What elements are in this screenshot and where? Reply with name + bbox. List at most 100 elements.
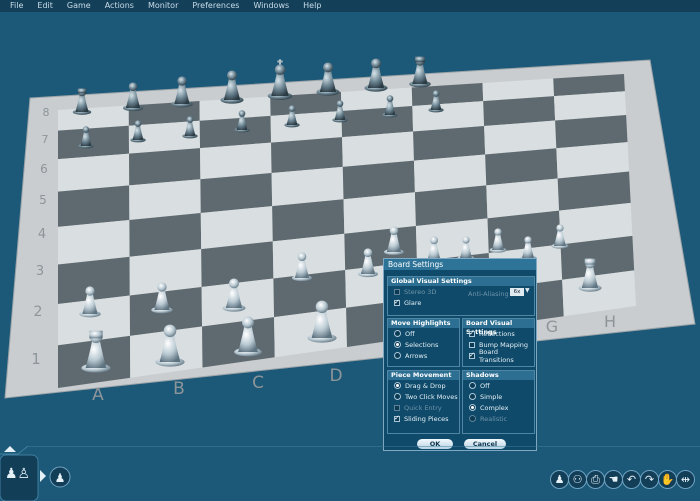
hand-icon[interactable]: ☚ — [604, 470, 623, 489]
board-square-b4[interactable] — [129, 213, 202, 257]
highlight-arrows-radio[interactable] — [394, 352, 401, 359]
menu-help[interactable]: Help — [303, 0, 321, 12]
board-square-a7[interactable] — [58, 125, 130, 160]
global-visual-settings-header: Global Visual Settings — [388, 277, 534, 286]
quick-entry-label: Quick Entry — [404, 403, 442, 412]
highlight-off-option[interactable]: Off — [388, 328, 459, 339]
board-square-a5[interactable] — [58, 185, 130, 227]
board-square-b5[interactable] — [129, 179, 201, 220]
rank-label-3: 3 — [36, 264, 44, 279]
global-visual-settings-section: Global Visual Settings Stereo 3D Glare A… — [387, 276, 535, 316]
stereo-3d-label: Stereo 3D — [404, 287, 437, 296]
stop-hand-icon[interactable]: ✋ — [658, 470, 677, 489]
anti-aliasing-label: Anti-Aliasing — [468, 290, 509, 298]
file-label-b: B — [173, 379, 185, 399]
players-icon[interactable]: ⚇ — [568, 470, 587, 489]
rank-label-1: 1 — [31, 350, 41, 368]
board-square-c7[interactable] — [199, 115, 272, 149]
two-click-moves-radio[interactable] — [394, 393, 401, 400]
menu-actions[interactable]: Actions — [105, 0, 134, 12]
pawn-icon[interactable]: ♟ — [550, 470, 569, 489]
shadows-complex-radio[interactable] — [469, 404, 476, 411]
anti-aliasing-select[interactable]: 6x — [510, 288, 524, 296]
board-transitions-option[interactable]: Board Transitions — [463, 348, 534, 364]
file-label-h: H — [604, 312, 616, 331]
menu-windows[interactable]: Windows — [253, 0, 289, 12]
sliding-pieces-option[interactable]: Sliding Pieces — [388, 413, 459, 424]
board-square-a6[interactable] — [58, 153, 130, 192]
board-square-e6[interactable] — [342, 131, 414, 167]
board-square-c6[interactable] — [200, 142, 272, 180]
highlight-selections-radio[interactable] — [394, 341, 401, 348]
shadows-off-label: Off — [480, 381, 490, 390]
board-square-d7[interactable] — [270, 110, 343, 143]
quick-entry-checkbox[interactable] — [394, 404, 400, 411]
rank-label-2: 2 — [34, 304, 43, 320]
menu-bar: File Edit Game Actions Monitor Preferenc… — [0, 0, 700, 12]
chess-scene[interactable]: 8 7 6 5 4 3 2 1 A B C D E F G H — [0, 12, 700, 446]
redo-icon[interactable]: ↷ — [640, 470, 659, 489]
board-transitions-checkbox[interactable] — [469, 351, 475, 359]
move-highlights-header: Move Highlights — [388, 319, 459, 328]
triangle-up-icon[interactable] — [4, 446, 16, 452]
piece-movement-header: Piece Movement — [388, 371, 459, 380]
rank-label-6: 6 — [40, 162, 48, 176]
chevron-down-icon[interactable]: ▼ — [525, 287, 530, 294]
menu-monitor[interactable]: Monitor — [148, 0, 178, 12]
two-click-moves-option[interactable]: Two Click Moves — [388, 391, 459, 402]
stereo-3d-checkbox[interactable] — [394, 288, 400, 295]
highlight-arrows-label: Arrows — [405, 351, 428, 360]
menu-edit[interactable]: Edit — [37, 0, 53, 12]
file-label-a: A — [92, 385, 104, 405]
shadows-off-radio[interactable] — [469, 382, 476, 389]
chess-piece-king-4[interactable] — [267, 59, 293, 100]
highlight-selections-option[interactable]: Selections — [388, 339, 459, 350]
menu-preferences[interactable]: Preferences — [192, 0, 239, 12]
shadows-simple-radio[interactable] — [469, 393, 476, 400]
pawn-icon: ♟ — [55, 471, 66, 485]
board-square-b6[interactable] — [129, 148, 201, 186]
board-square-a4[interactable] — [58, 219, 130, 265]
highlight-arrows-option[interactable]: Arrows — [388, 350, 459, 361]
move-highlights-section: Move Highlights Off Selections Arrows — [387, 318, 460, 367]
shadows-complex-option[interactable]: Complex — [463, 402, 534, 413]
chess-piece-knight-6[interactable] — [364, 58, 388, 92]
board-square-c5[interactable] — [200, 173, 273, 214]
split-icon[interactable]: ⇹ — [676, 470, 695, 489]
shadows-realistic-label: Realistic — [480, 414, 508, 423]
rank-label-8: 8 — [43, 106, 50, 119]
menu-game[interactable]: Game — [67, 0, 91, 12]
shadows-realistic-option[interactable]: Realistic — [463, 413, 534, 424]
bump-mapping-checkbox[interactable] — [469, 341, 475, 348]
highlight-off-label: Off — [405, 329, 415, 338]
quick-entry-option[interactable]: Quick Entry — [388, 402, 459, 413]
board-settings-dialog: Board Settings Global Visual Settings St… — [383, 258, 537, 451]
board-squares[interactable] — [58, 74, 636, 388]
play-arrow-icon[interactable] — [40, 470, 46, 482]
drag-drop-radio[interactable] — [394, 382, 401, 389]
dialog-title[interactable]: Board Settings — [384, 259, 536, 270]
printer-icon[interactable]: ⎙ — [586, 470, 605, 489]
menu-file[interactable]: File — [10, 0, 23, 12]
glare-option[interactable]: Glare — [388, 297, 534, 308]
board-square-d5[interactable] — [271, 166, 344, 207]
chess-piece-rook-7[interactable] — [409, 56, 431, 88]
sliding-pieces-checkbox[interactable] — [394, 414, 400, 422]
board-square-d6[interactable] — [271, 137, 343, 174]
undo-icon[interactable]: ↶ — [622, 470, 641, 489]
shadows-complex-label: Complex — [480, 403, 509, 412]
drag-drop-option[interactable]: Drag & Drop — [388, 380, 459, 391]
glare-checkbox[interactable] — [394, 298, 400, 306]
rank-label-7: 7 — [42, 133, 49, 146]
highlight-off-radio[interactable] — [394, 330, 401, 337]
shadows-realistic-radio[interactable] — [469, 415, 476, 422]
reflections-option[interactable]: Reflections — [463, 328, 534, 339]
shadows-simple-option[interactable]: Simple — [463, 391, 534, 402]
reflections-label: Reflections — [479, 329, 515, 338]
pawn-pair-icon: ♟♙ — [5, 466, 30, 482]
file-label-d: D — [329, 366, 342, 386]
reflections-checkbox[interactable] — [469, 329, 475, 337]
glare-label: Glare — [404, 298, 422, 307]
shadows-off-option[interactable]: Off — [463, 380, 534, 391]
rank-label-4: 4 — [38, 227, 46, 242]
